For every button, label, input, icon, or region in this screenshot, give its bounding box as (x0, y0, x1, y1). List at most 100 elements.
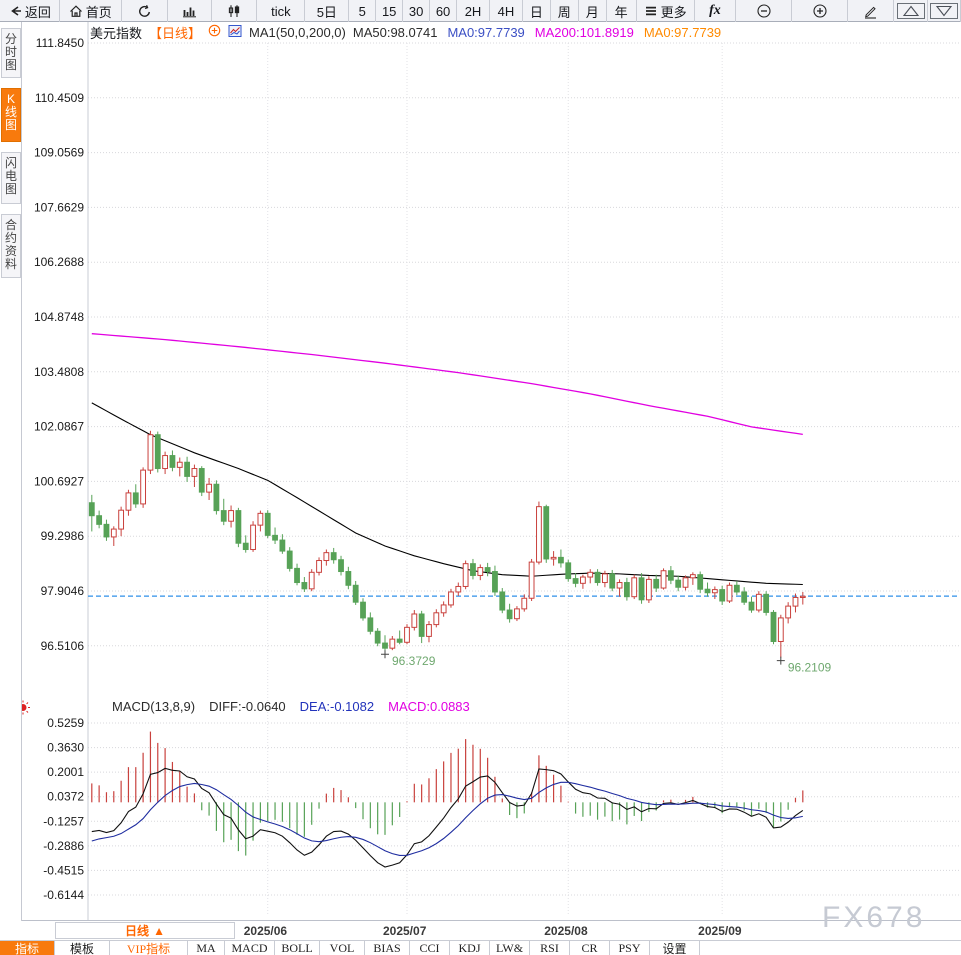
indicator-tab-vip-indicators[interactable]: VIP指标 (110, 941, 188, 955)
toolbar-button-tick[interactable]: tick (257, 0, 306, 22)
toolbar-button-candle-chart[interactable] (212, 0, 258, 22)
toolbar-button-zoom-out[interactable] (736, 0, 793, 22)
candle (565, 562, 572, 580)
candle (777, 617, 784, 642)
mini-chart-icon[interactable] (228, 24, 242, 41)
indicator-tab-templates[interactable]: 模板 (55, 941, 110, 955)
toolbar-button-panel-up[interactable] (894, 0, 929, 22)
toolbar-button-m60[interactable]: 60 (430, 0, 458, 22)
toolbar-button-fx[interactable]: fx (695, 0, 737, 22)
candle (308, 571, 315, 590)
candle (521, 597, 528, 610)
candle (404, 626, 410, 643)
price-axis-label: 110.4509 (35, 91, 84, 105)
price-axis-label: 106.2688 (34, 255, 84, 269)
period-selector[interactable]: 日线 ▲ (55, 922, 235, 939)
ma-settings-label: MA1(50,0,200,0) (249, 24, 346, 40)
macd-diff-line (91, 767, 804, 868)
month-label: 2025/09 (698, 924, 742, 938)
indicator-tab-macd[interactable]: MACD (225, 941, 275, 955)
price-axis-label: 107.6629 (34, 200, 84, 214)
time-axis-row: 日线 ▲ 2025/06 2025/07 2025/08 2025/09 (0, 920, 961, 940)
candle (88, 502, 95, 517)
candle (220, 510, 227, 522)
bar-chart-icon (182, 4, 197, 18)
candle (367, 617, 374, 632)
top-toolbar: 返回 首页 tick 5日 5 15 30 60 2H 4H 日周月年 更多 fx (0, 0, 961, 22)
toolbar-button-more[interactable]: 更多 (637, 0, 695, 22)
sidebar-item-contract-info[interactable]: 合约资料 (1, 214, 21, 278)
tri-down-icon (930, 3, 959, 19)
price-axis-label: 99.2986 (41, 529, 85, 543)
ma200-line (91, 333, 803, 435)
candle (594, 571, 601, 584)
candle (184, 461, 190, 477)
toolbar-button-label: 周 (557, 4, 571, 20)
period-tag: 【日线】 (149, 25, 202, 41)
period-selector-arrow: ▲ (153, 923, 165, 938)
indicator-tab-lwr[interactable]: LW& (490, 941, 530, 955)
candle (396, 638, 403, 643)
toolbar-button-month[interactable]: 月 (579, 0, 607, 22)
toolbar-button-home[interactable]: 首页 (60, 0, 122, 22)
back-icon (8, 4, 22, 18)
toolbar-button-m5[interactable]: 5 (349, 0, 377, 22)
toolbar-button-m15[interactable]: 15 (376, 0, 404, 22)
indicator-tab-ma[interactable]: MA (188, 941, 225, 955)
indicator-tab-cr[interactable]: CR (570, 941, 610, 955)
candle (440, 604, 447, 614)
candle (704, 588, 711, 594)
indicator-tab-vol[interactable]: VOL (320, 941, 365, 955)
candle (528, 561, 535, 599)
toolbar-button-refresh[interactable] (122, 0, 168, 22)
macd-axis-label: -0.6144 (43, 888, 84, 902)
toolbar-button-draw[interactable] (848, 0, 895, 22)
candle (660, 570, 667, 589)
candle (110, 528, 117, 538)
macd-value-label: DEA:-0.1082 (299, 699, 375, 714)
candle (154, 434, 161, 470)
indicator-tab-bias[interactable]: BIAS (365, 941, 410, 955)
toolbar-button-label: 年 (614, 4, 628, 20)
indicator-tab-boll[interactable]: BOLL (275, 941, 320, 955)
candle (264, 512, 271, 536)
sidebar-item-lightning-chart[interactable]: 闪电图 (1, 152, 21, 204)
indicator-tab-rsi[interactable]: RSI (530, 941, 570, 955)
candle (623, 582, 630, 598)
ma-value-label: MA0:97.7739 (643, 24, 722, 40)
candle (558, 556, 564, 564)
price-axis-label: 96.5106 (41, 639, 85, 653)
indicator-tab-kdj[interactable]: KDJ (450, 941, 490, 955)
toolbar-button-week[interactable]: 周 (551, 0, 579, 22)
candle (360, 601, 366, 619)
toolbar-button-zoom-in[interactable] (792, 0, 849, 22)
toolbar-button-h4[interactable]: 4H (490, 0, 523, 22)
indicator-tab-cci[interactable]: CCI (410, 941, 450, 955)
candle (755, 593, 762, 611)
candle (272, 534, 278, 541)
toolbar-button-label: 30 (408, 3, 424, 19)
toolbar-button-m30[interactable]: 30 (403, 0, 431, 22)
toolbar-button-back[interactable]: 返回 (0, 0, 60, 22)
indicator-tab-settings[interactable]: 设置 (650, 941, 700, 955)
candle (235, 510, 242, 544)
sidebar-item-candlestick-chart[interactable]: K线图 (1, 88, 21, 142)
indicator-tab-psy[interactable]: PSY (610, 941, 650, 955)
toolbar-button-panel-down[interactable] (928, 0, 961, 22)
indicator-tab-indicators[interactable]: 指标 (0, 941, 55, 955)
add-indicator-icon[interactable] (208, 24, 221, 40)
toolbar-button-year[interactable]: 年 (607, 0, 637, 22)
candle (345, 571, 352, 586)
toolbar-button-5d[interactable]: 5日 (305, 0, 350, 22)
sidebar-item-time-share-chart[interactable]: 分时图 (1, 28, 21, 78)
candle (514, 608, 520, 620)
candle (719, 589, 726, 602)
candle (118, 509, 125, 530)
toolbar-button-day[interactable]: 日 (523, 0, 551, 22)
menu-icon (644, 4, 658, 18)
ma-value-label: MA200:101.8919 (534, 24, 634, 40)
candle (382, 642, 388, 649)
toolbar-button-h2[interactable]: 2H (457, 0, 490, 22)
toolbar-button-line-chart[interactable] (168, 0, 212, 22)
candle (645, 578, 652, 601)
